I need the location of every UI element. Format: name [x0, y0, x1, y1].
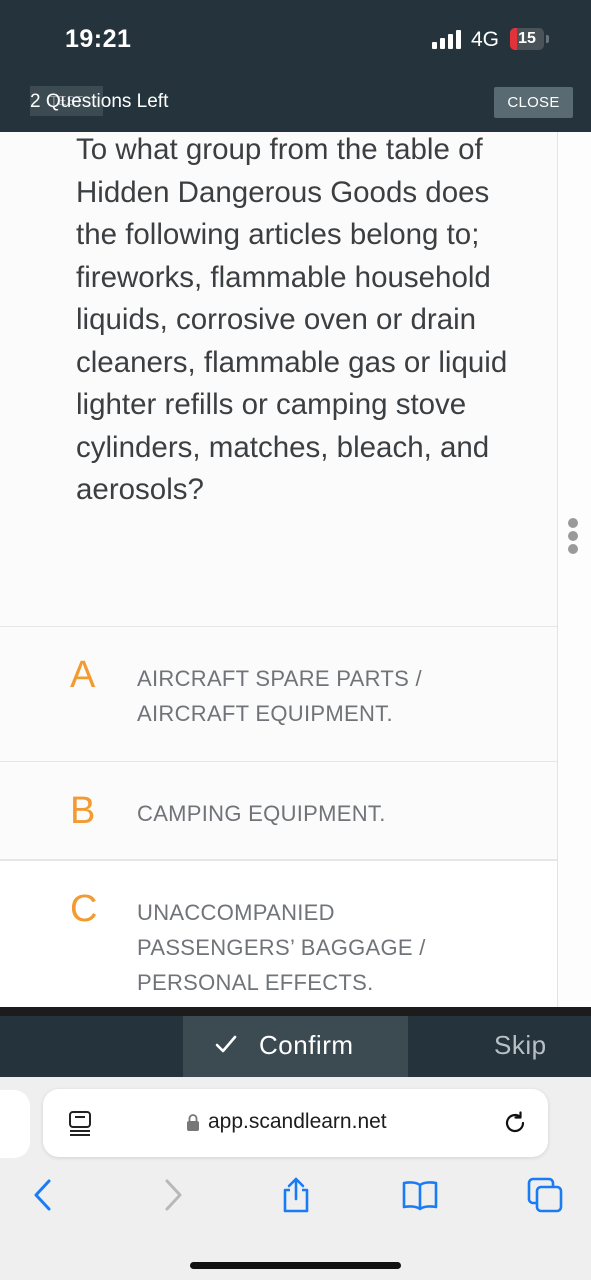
network-type: 4G: [471, 28, 500, 51]
reader-mode-icon[interactable]: [68, 1111, 92, 1137]
option-letter: A: [70, 654, 96, 696]
battery-icon: 15: [510, 28, 544, 50]
skip-button[interactable]: Skip: [494, 1030, 547, 1061]
close-button[interactable]: CLOSE: [494, 87, 573, 118]
checkmark-icon: [215, 1035, 237, 1053]
status-time: 19:21: [65, 25, 132, 53]
option-text: AIRCRAFT SPARE PARTS / AIRCRAFT EQUIPMEN…: [137, 666, 422, 726]
option-letter: B: [70, 790, 96, 832]
confirm-label: Confirm: [259, 1030, 354, 1060]
share-icon[interactable]: [278, 1177, 314, 1213]
home-indicator[interactable]: [190, 1262, 401, 1269]
app-header: TEST 2 Questions Left CLOSE: [0, 78, 591, 132]
question-text: To what group from the table of Hidden D…: [76, 133, 508, 506]
previous-tab-preview[interactable]: [0, 1090, 30, 1158]
address-bar[interactable]: app.scandlearn.net: [43, 1089, 548, 1157]
answer-option-c[interactable]: C UNACCOMPANIED PASSENGERS’ BAGGAGE / PE…: [0, 859, 557, 1007]
status-bar: 19:21 4G 15: [0, 0, 591, 78]
url-text: app.scandlearn.net: [208, 1110, 387, 1133]
answer-option-a[interactable]: A AIRCRAFT SPARE PARTS / AIRCRAFT EQUIPM…: [0, 626, 557, 761]
lock-icon: [187, 1114, 199, 1131]
option-letter: C: [70, 888, 98, 930]
battery-nub: [546, 35, 549, 43]
question-panel[interactable]: To what group from the table of Hidden D…: [0, 132, 557, 1007]
cellular-signal-icon: [432, 30, 463, 49]
questions-left-counter: 2 Questions Left: [30, 91, 169, 112]
side-panel-edge: [557, 132, 591, 1007]
action-bar: Confirm Skip: [0, 1007, 591, 1077]
more-vertical-icon[interactable]: [568, 518, 578, 554]
battery-level: 15: [518, 30, 536, 47]
forward-chevron-icon[interactable]: [155, 1177, 191, 1213]
answer-option-b[interactable]: B CAMPING EQUIPMENT.: [0, 761, 557, 860]
bookmarks-icon[interactable]: [402, 1177, 438, 1213]
tabs-icon[interactable]: [527, 1177, 563, 1213]
browser-toolbar: app.scandlearn.net: [0, 1077, 591, 1280]
back-chevron-icon[interactable]: [25, 1177, 61, 1213]
confirm-button[interactable]: Confirm: [183, 1016, 408, 1077]
option-text: UNACCOMPANIED PASSENGERS’ BAGGAGE / PERS…: [137, 900, 426, 995]
option-text: CAMPING EQUIPMENT.: [137, 801, 386, 826]
reload-icon[interactable]: [502, 1110, 528, 1136]
